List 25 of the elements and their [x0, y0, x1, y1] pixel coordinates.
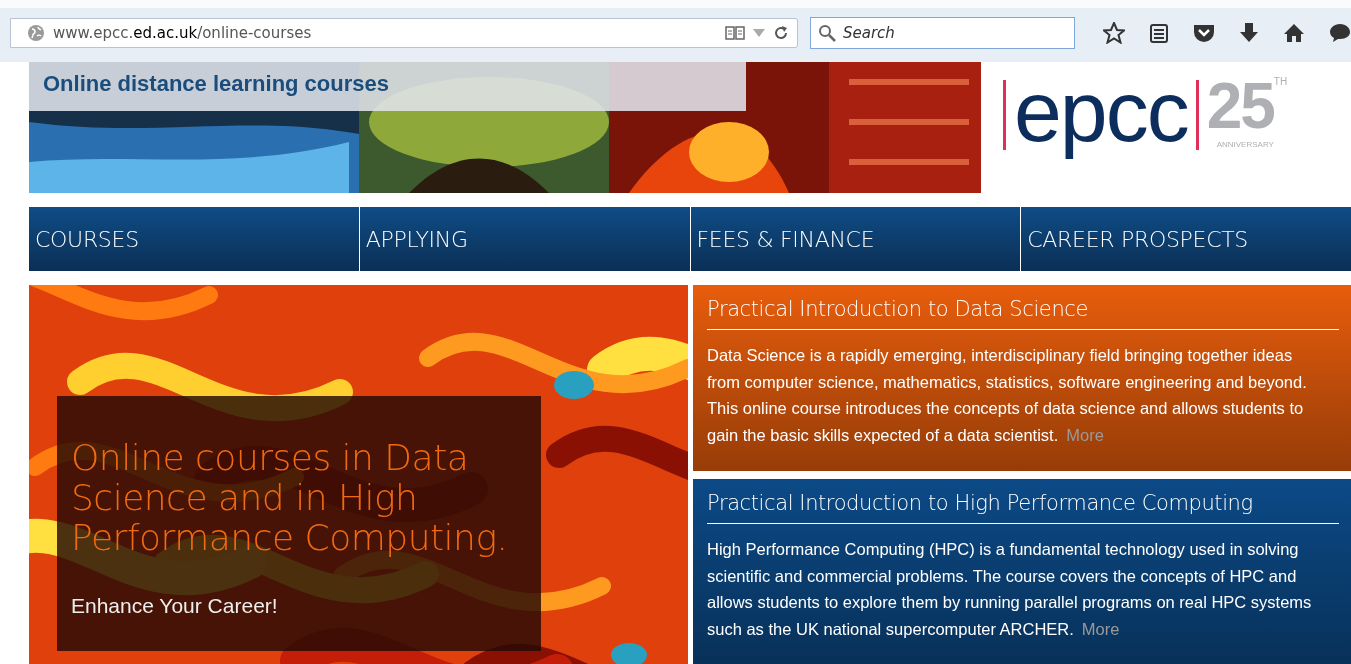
course-description: Data Science is a rapidly emerging, interdisciplinary field bringing together ideas from computer science, mathematics, statistics, software engineering and beyond. This online course introduces the concepts of data science and allows students to gain the basic skills expected of a data scientist. More: [707, 345, 1308, 446]
nav-tab[interactable]: APPLYING: [359, 207, 690, 271]
hero-heading: Online courses in Data Science and in High Performance Computing.: [71, 438, 509, 558]
chat-icon[interactable]: [1329, 23, 1351, 43]
nav-tab[interactable]: CAREER PROSPECTS: [1021, 207, 1351, 271]
search-field[interactable]: Search: [810, 17, 1075, 49]
download-icon[interactable]: [1239, 22, 1259, 44]
list-icon[interactable]: [1149, 23, 1169, 43]
more-link[interactable]: More: [1081, 619, 1120, 638]
nav-tab[interactable]: FEES & FINANCE: [690, 207, 1021, 271]
course-description: High Performance Computing (HPC) is a fundamental technology used in solving scientific and commercial problems. The course covers the concepts of HPC and allows students to explore them by running parallel programs on real HPC systems such as the UK national supercomputer ARCHER. More: [707, 539, 1313, 640]
address-bar[interactable]: www.epcc.ed.ac.uk/online-courses: [10, 18, 798, 48]
hero-tagline: Enhance Your Career!: [71, 594, 279, 618]
star-icon[interactable]: [1103, 22, 1125, 44]
pocket-icon[interactable]: [1193, 23, 1215, 43]
reader-view-icon[interactable]: [725, 25, 745, 41]
home-icon[interactable]: [1283, 23, 1305, 43]
banner-title: Online distance learning courses: [29, 62, 746, 111]
reload-icon[interactable]: [773, 25, 789, 41]
nav-tab[interactable]: COURSES: [29, 207, 359, 271]
course-title[interactable]: Practical Introduction to Data Science: [707, 297, 1339, 330]
course-title[interactable]: Practical Introduction to High Performance Computing: [707, 491, 1339, 524]
globe-icon: [27, 24, 45, 42]
search-icon: [818, 24, 836, 42]
url-text: www.epcc.ed.ac.uk/online-courses: [53, 24, 313, 42]
